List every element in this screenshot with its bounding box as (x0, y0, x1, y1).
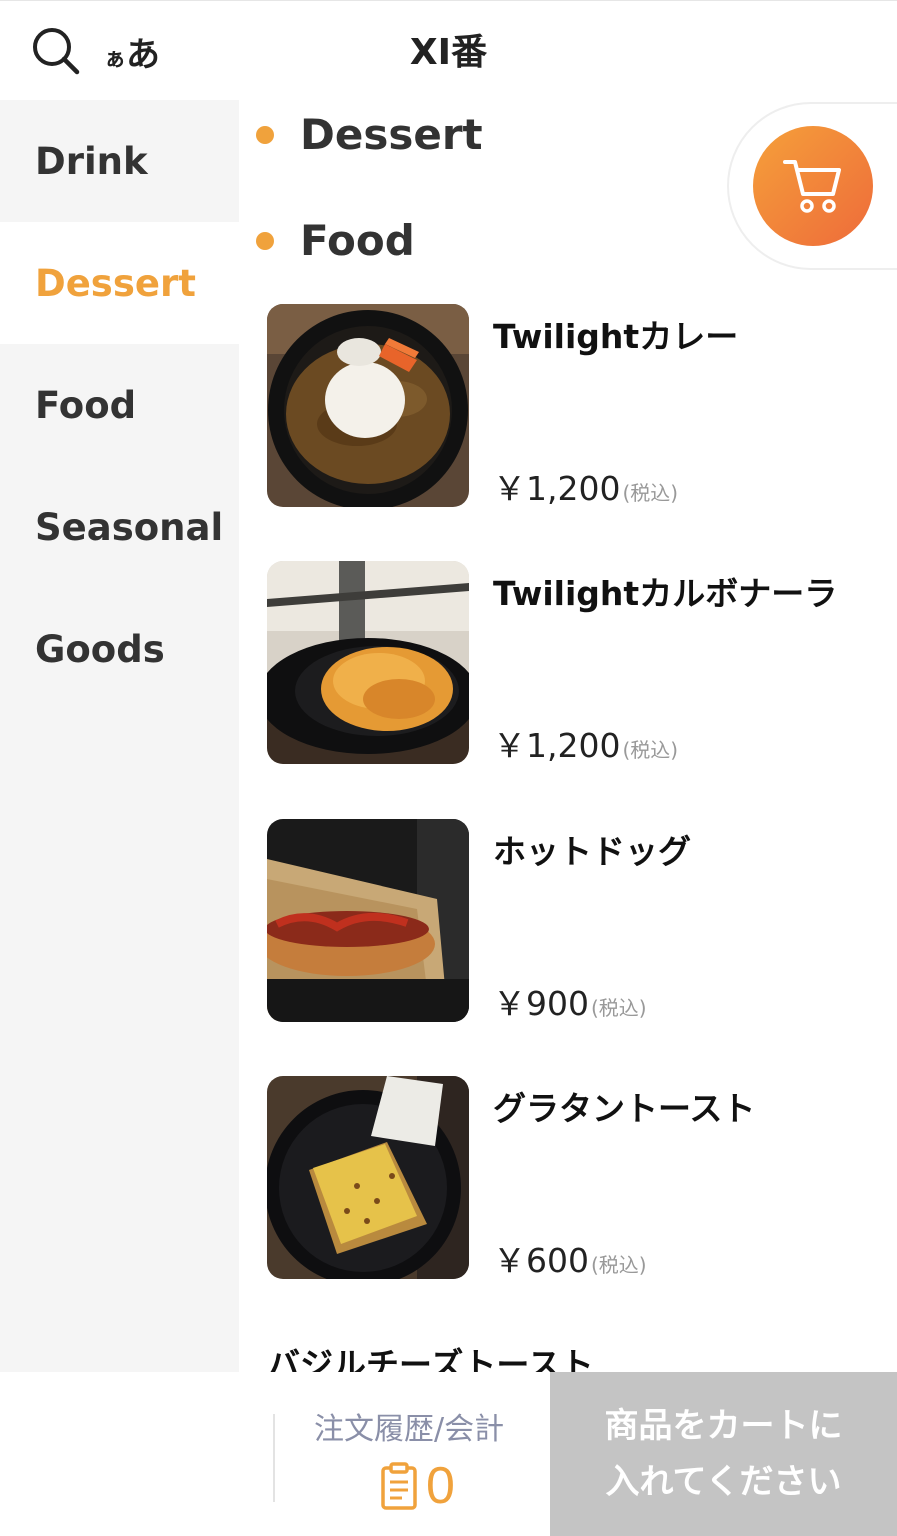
category-heading-label: Food (300, 216, 415, 265)
menu-item-name: Twilightカレー (493, 317, 739, 356)
menu-item-price: ￥600 (税込) (493, 1234, 647, 1282)
price-value: ￥600 (493, 1241, 589, 1280)
divider (273, 1414, 275, 1502)
category-heading-dessert: Dessert (239, 110, 483, 159)
menu-item-image (267, 304, 469, 507)
page-title: XI番 (409, 32, 488, 73)
footer-bar: 注文履歴/会計 0 商品をカートに 入れてください (0, 1372, 897, 1536)
menu-item-name[interactable]: バジルチーズトースト (267, 1338, 594, 1372)
menu-item-price: ￥900 (税込) (493, 977, 647, 1025)
menu-item-image (267, 1076, 469, 1279)
menu-item[interactable]: Twilightカレー ￥1,200 (税込) (267, 304, 887, 510)
menu-item[interactable]: ホットドッグ ￥900 (税込) (267, 819, 887, 1025)
add-to-cart-button[interactable]: 商品をカートに 入れてください (550, 1372, 897, 1536)
sidebar-item-goods[interactable]: Goods (0, 588, 239, 710)
sidebar-item-dessert[interactable]: Dessert (0, 222, 239, 344)
menu-item-price: ￥1,200 (税込) (493, 462, 678, 510)
tax-note: (税込) (591, 1253, 647, 1277)
tax-note: (税込) (622, 481, 679, 505)
price-value: ￥1,200 (493, 726, 621, 765)
category-sidebar: Drink Dessert Food Seasonal Goods (0, 100, 239, 1372)
order-history-button[interactable]: 0 (380, 1456, 455, 1516)
cart-float (727, 102, 897, 270)
category-heading-label: Dessert (300, 110, 483, 159)
tax-note: (税込) (622, 738, 679, 762)
price-value: ￥1,200 (493, 469, 621, 508)
sidebar-item-drink[interactable]: Drink (0, 100, 239, 222)
order-history-label[interactable]: 注文履歴/会計 (314, 1404, 504, 1448)
sidebar-item-seasonal[interactable]: Seasonal (0, 466, 239, 588)
header: ぁあ XI番 (0, 0, 897, 100)
menu-item-name: グラタントースト (493, 1089, 756, 1128)
order-history-count: 0 (426, 1457, 455, 1515)
menu-item-image (267, 819, 469, 1022)
menu-list: Dessert Food Twilightカレー ￥1,200 (税込) Twi… (239, 100, 897, 1372)
sidebar-item-food[interactable]: Food (0, 344, 239, 466)
menu-item-name: Twilightカルボナーラ (493, 574, 838, 613)
cart-button[interactable] (753, 126, 873, 246)
category-heading-food: Food (239, 216, 415, 265)
menu-item[interactable]: グラタントースト ￥600 (税込) (267, 1076, 887, 1282)
menu-item-name: ホットドッグ (493, 832, 691, 871)
cart-icon (783, 160, 841, 213)
tax-note: (税込) (591, 996, 647, 1020)
menu-item[interactable]: Twilightカルボナーラ ￥1,200 (税込) (267, 561, 887, 767)
menu-item-image (267, 561, 469, 764)
menu-item-price: ￥1,200 (税込) (493, 719, 678, 767)
price-value: ￥900 (493, 984, 589, 1023)
bullet-icon (256, 231, 274, 250)
clipboard-icon (381, 1462, 417, 1510)
bullet-icon (256, 125, 274, 144)
